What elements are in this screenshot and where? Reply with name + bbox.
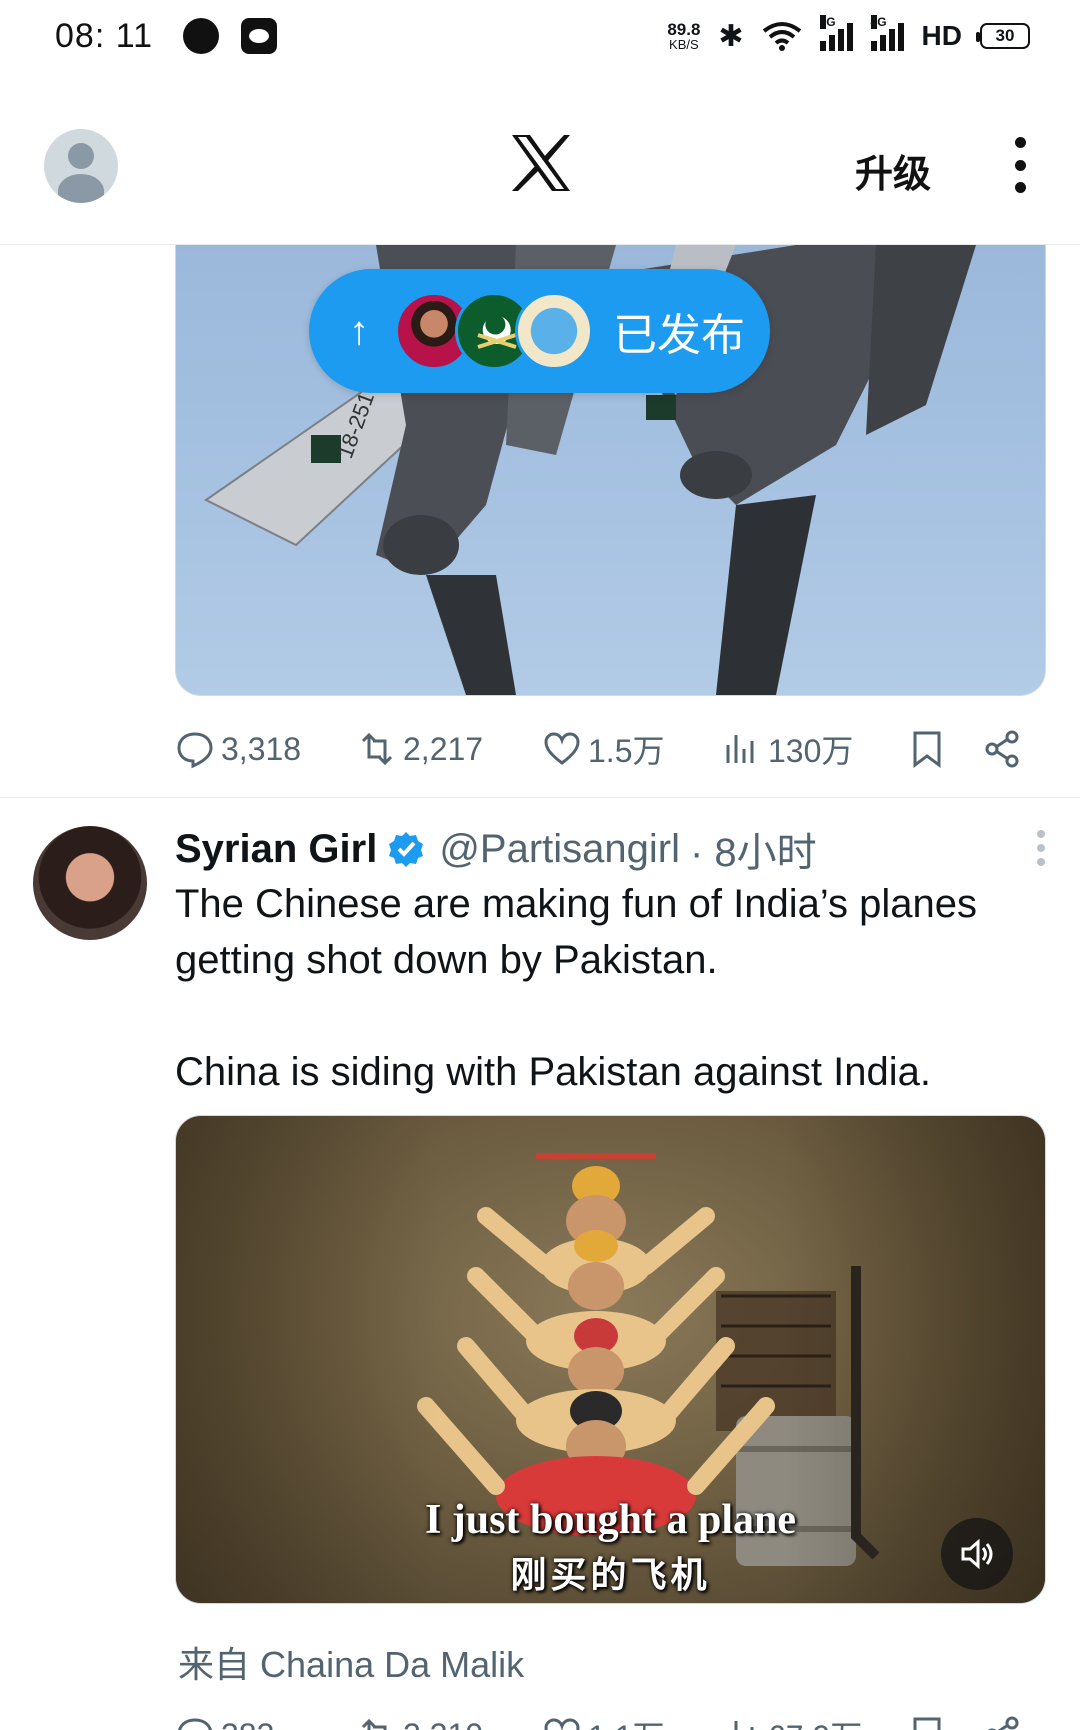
upgrade-button[interactable]: 升级 bbox=[855, 143, 931, 198]
status-bar: 08: 11 89.8 KB/S ✱ 5G 4G HD 30 bbox=[0, 0, 1080, 72]
network-speed: 89.8 KB/S bbox=[667, 20, 701, 52]
share-icon bbox=[987, 1716, 1019, 1730]
app-header: 升级 bbox=[0, 95, 1080, 245]
video-subtitle-zh: 刚买的飞机 bbox=[510, 1554, 711, 1595]
share-button[interactable] bbox=[982, 729, 1022, 769]
tweet-video[interactable]: I just bought a plane 刚买的飞机 bbox=[175, 1115, 1046, 1604]
x-logo-icon[interactable] bbox=[510, 133, 572, 193]
signal-5g-icon: 5G bbox=[819, 15, 853, 51]
more-menu-icon[interactable] bbox=[1010, 137, 1030, 193]
author-name[interactable]: Syrian Girl bbox=[175, 827, 377, 872]
share-icon bbox=[985, 730, 1019, 768]
wifi-icon bbox=[762, 22, 801, 51]
author-handle[interactable]: @Partisangirl bbox=[439, 827, 680, 872]
bookmark-icon bbox=[913, 1717, 941, 1730]
bookmark-button[interactable] bbox=[907, 1715, 982, 1730]
profile-avatar[interactable] bbox=[44, 129, 118, 203]
retweet-icon bbox=[361, 1718, 387, 1730]
tweet-header: Syrian Girl @Partisangirl · 8小时 bbox=[175, 822, 1045, 876]
hd-indicator: HD bbox=[921, 20, 962, 51]
signal-4g-icon: 4G bbox=[870, 15, 904, 51]
tweet-time: · 8小时 bbox=[690, 831, 817, 875]
video-subtitle-en: I just bought a plane bbox=[424, 1497, 797, 1543]
volume-button[interactable] bbox=[941, 1518, 1013, 1590]
media-source[interactable]: 来自 Chaina Da Malik bbox=[178, 1636, 524, 1688]
views-icon bbox=[734, 1721, 754, 1730]
tweet-actions: 3,318 2,217 1.5万 130万 bbox=[175, 726, 1035, 772]
reply-button[interactable]: 3,318 bbox=[175, 729, 357, 769]
like-button[interactable]: 1.1万 bbox=[542, 1712, 722, 1730]
posted-label: 已发布 bbox=[613, 311, 745, 360]
views-button[interactable]: 67.9万 bbox=[722, 1712, 907, 1730]
reply-icon bbox=[177, 732, 213, 769]
like-button[interactable]: 1.5万 bbox=[542, 726, 722, 772]
tweet-actions: 383 2,310 1.1万 67.9万 bbox=[175, 1712, 1035, 1730]
tweet-text: The Chinese are making fun of India’s pl… bbox=[175, 882, 977, 1094]
verified-badge-icon bbox=[389, 832, 424, 867]
views-button[interactable]: 130万 bbox=[722, 726, 907, 772]
status-time: 08: 11 bbox=[55, 16, 154, 55]
arrow-up-icon: ↑ bbox=[349, 308, 369, 353]
author-avatar[interactable] bbox=[33, 826, 147, 940]
heart-icon bbox=[544, 1718, 580, 1730]
avatar bbox=[515, 292, 593, 370]
bluetooth-icon: ✱ bbox=[718, 19, 744, 53]
bookmark-icon bbox=[913, 731, 941, 768]
weibo-icon bbox=[241, 18, 278, 54]
tweet-more-icon[interactable] bbox=[1037, 830, 1045, 866]
battery-icon: 30 bbox=[976, 23, 1030, 49]
heart-icon bbox=[544, 732, 580, 765]
retweet-icon bbox=[361, 732, 393, 766]
speaker-icon bbox=[961, 1538, 993, 1570]
reply-button[interactable]: 383 bbox=[175, 1715, 357, 1730]
share-button[interactable] bbox=[982, 1715, 1022, 1730]
new-posts-pill[interactable]: ↑ 已发布 bbox=[309, 269, 770, 393]
reply-icon bbox=[178, 1718, 212, 1730]
tweet-divider bbox=[0, 797, 1080, 798]
views-icon bbox=[726, 735, 754, 763]
bookmark-button[interactable] bbox=[907, 729, 982, 769]
retweet-button[interactable]: 2,310 bbox=[357, 1715, 542, 1730]
pill-avatars bbox=[395, 292, 593, 370]
retweet-button[interactable]: 2,217 bbox=[357, 729, 542, 769]
notification-dot-icon bbox=[183, 18, 220, 54]
